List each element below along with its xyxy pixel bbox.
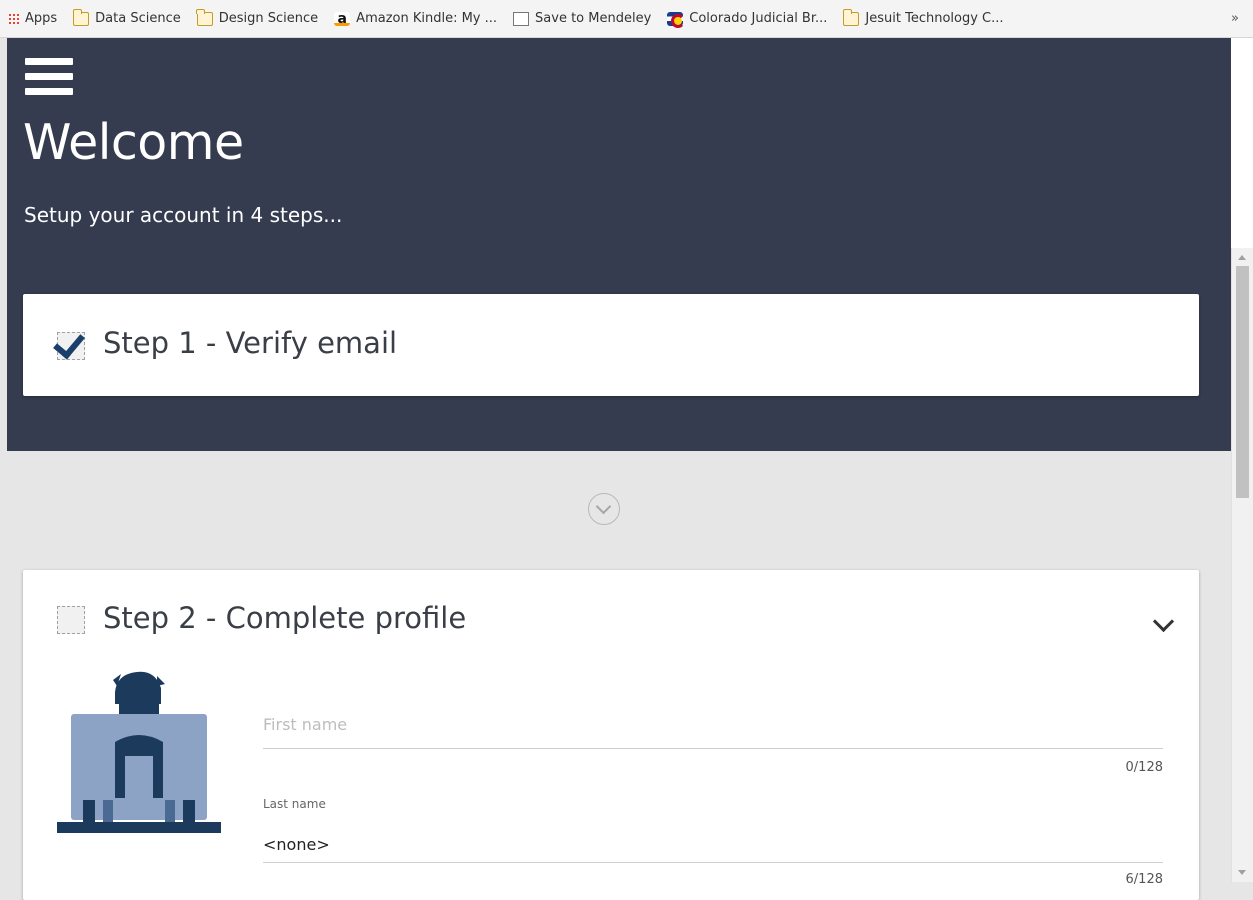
first-name-counter: 0/128 [1125, 760, 1163, 775]
step-1-title: Step 1 - Verify email [103, 326, 398, 360]
bookmark-jesuit-technology[interactable]: Jesuit Technology C... [835, 0, 1011, 38]
bookmark-label: Data Science [95, 11, 181, 26]
page-scrollbar[interactable] [1231, 248, 1253, 882]
bookmark-label: Save to Mendeley [535, 11, 652, 26]
first-name-underline [263, 748, 1163, 749]
collapse-chevron-icon[interactable] [1152, 610, 1175, 633]
checkmark-icon [53, 326, 85, 360]
scrollbar-thumb[interactable] [1236, 266, 1249, 498]
bookmark-label: Jesuit Technology C... [865, 11, 1004, 26]
bookmark-save-to-mendeley[interactable]: Save to Mendeley [505, 0, 659, 38]
step-1-checkbox[interactable] [53, 326, 85, 360]
apps-grid-icon [8, 12, 20, 25]
scroll-down-chevron-icon[interactable] [588, 493, 620, 525]
step-2-title: Step 2 - Complete profile [103, 601, 467, 635]
bookmark-label: Colorado Judicial Br... [689, 11, 828, 26]
bookmark-label: Apps [25, 11, 58, 26]
bookmark-colorado-judicial[interactable]: Colorado Judicial Br... [659, 0, 835, 38]
bookmark-apps[interactable]: Apps [0, 0, 65, 38]
step-1-card[interactable]: Step 1 - Verify email [23, 294, 1199, 396]
bookmark-amazon-kindle[interactable]: a Amazon Kindle: My ... [326, 0, 505, 38]
last-name-label: Last name [263, 797, 326, 811]
hamburger-menu-icon[interactable] [25, 58, 73, 102]
page-subtitle: Setup your account in 4 steps... [24, 203, 343, 227]
scroll-up-arrow-icon[interactable] [1238, 255, 1246, 260]
page-title: Welcome [23, 114, 244, 171]
amazon-icon: a [334, 11, 351, 26]
bookmark-label: Amazon Kindle: My ... [356, 11, 498, 26]
bookmark-label: Design Science [218, 11, 319, 26]
bookmark-design-science[interactable]: Design Science [189, 0, 326, 38]
profile-avatar-icon[interactable] [57, 670, 223, 836]
bookmarks-overflow-button[interactable]: » [1231, 11, 1253, 26]
last-name-counter: 6/128 [1125, 872, 1163, 887]
last-name-underline [263, 862, 1163, 863]
bookmarks-bar: Apps Data Science Design Science a Amazo… [0, 0, 1253, 38]
bookmark-data-science[interactable]: Data Science [65, 0, 189, 38]
scroll-down-arrow-icon[interactable] [1238, 870, 1246, 875]
folder-icon [842, 8, 860, 26]
welcome-header: Welcome Setup your account in 4 steps...… [7, 38, 1231, 451]
step-2-card: Step 2 - Complete profile First name 0/1… [23, 570, 1199, 900]
last-name-input[interactable]: <none> [263, 835, 330, 854]
folder-icon [72, 8, 90, 26]
colorado-flag-icon [667, 11, 686, 28]
page-edge [1231, 38, 1253, 248]
folder-icon [196, 8, 213, 26]
page-icon [513, 11, 530, 26]
first-name-input[interactable]: First name [263, 715, 347, 734]
step-2-checkbox[interactable] [57, 606, 85, 634]
